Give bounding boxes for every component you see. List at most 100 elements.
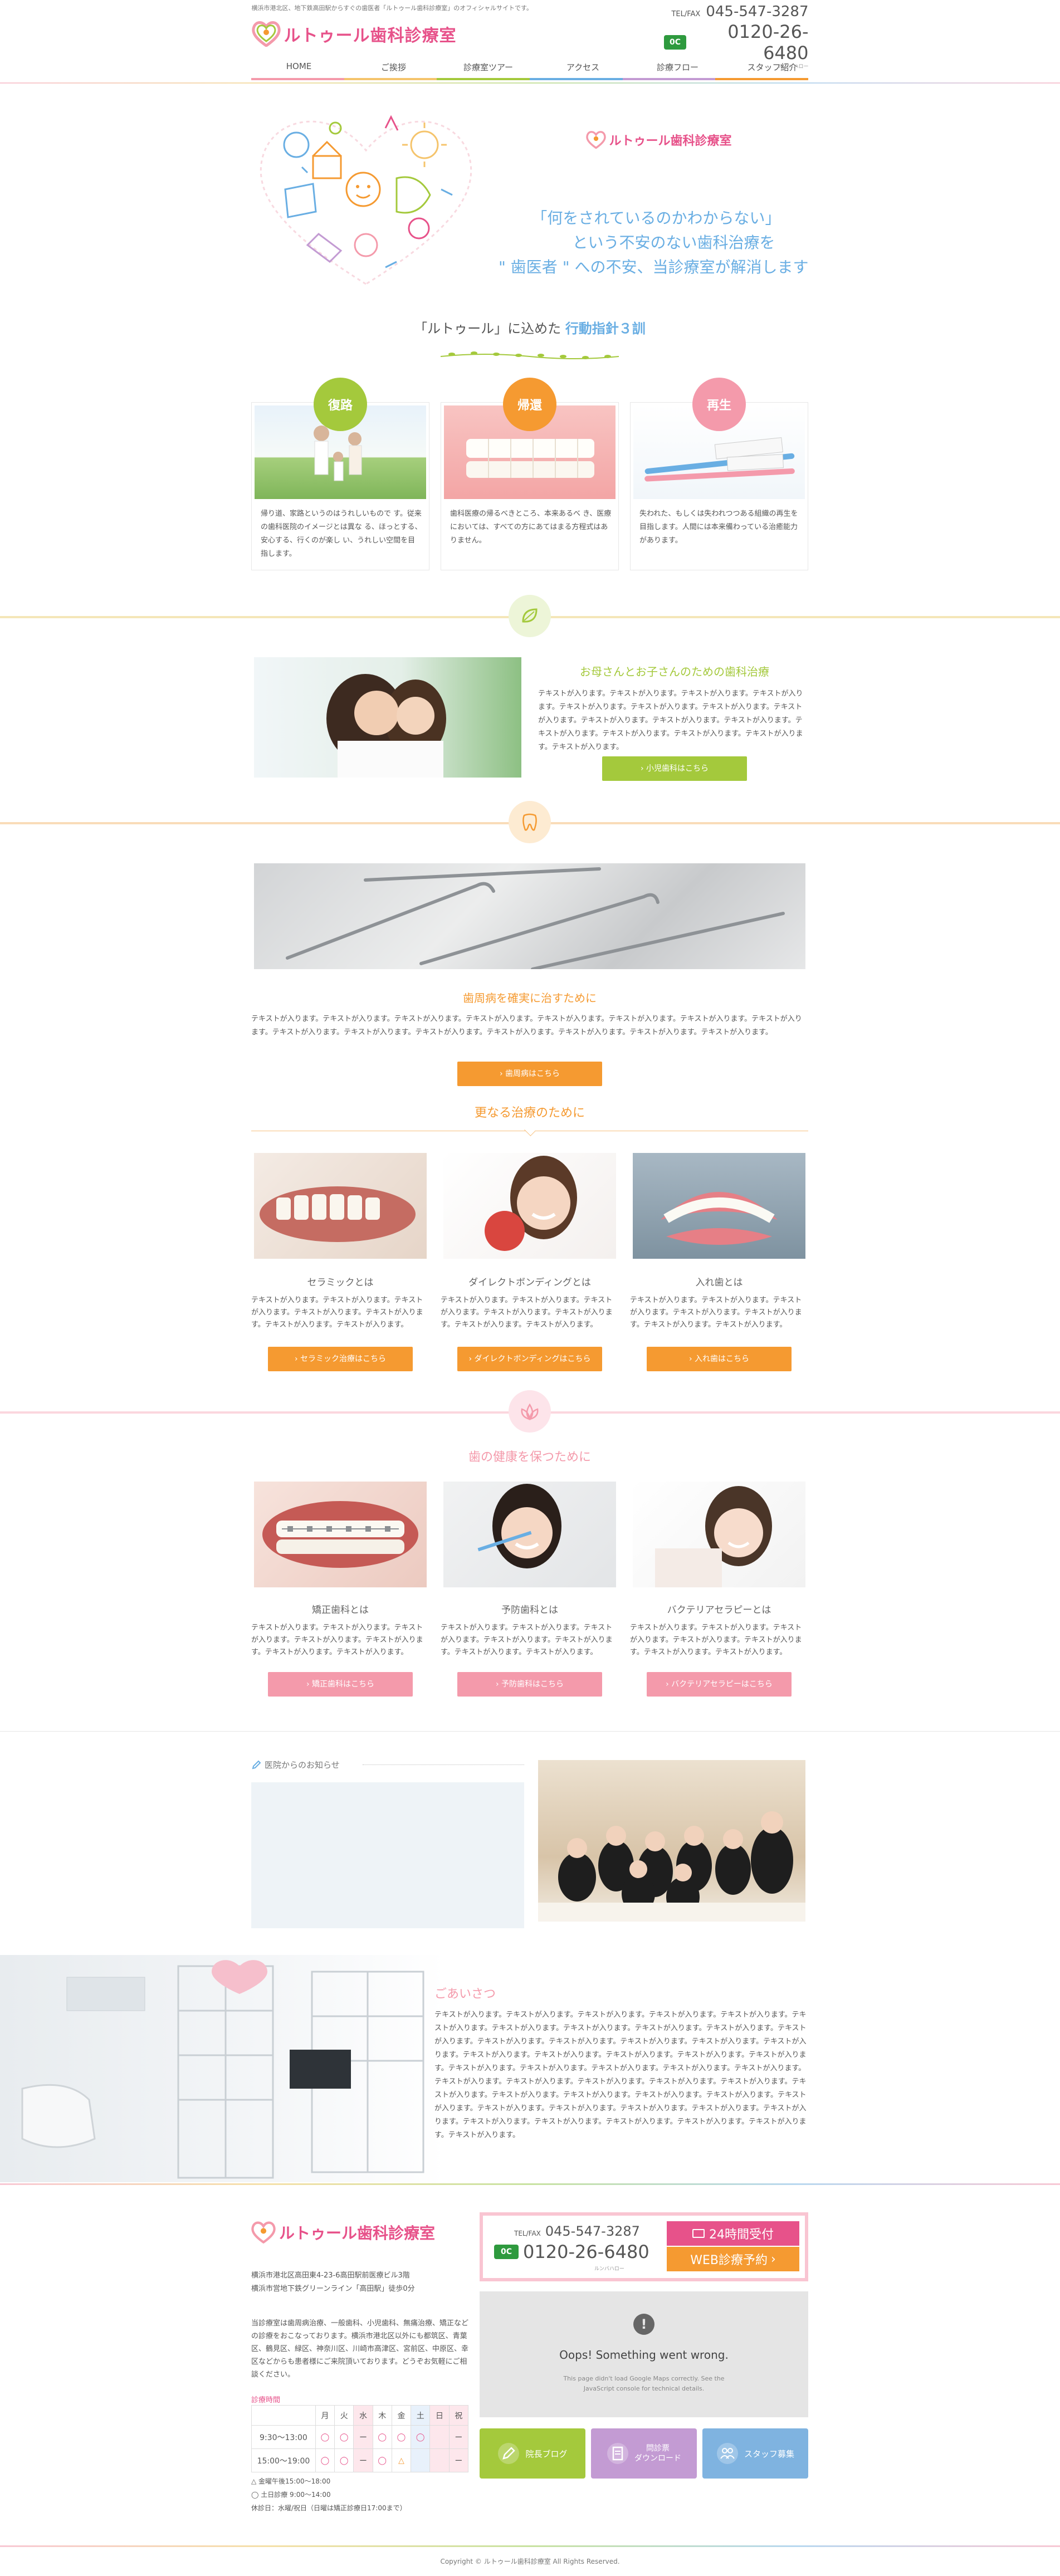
orthodontics-title: 矯正歯科とは bbox=[312, 1605, 369, 1616]
hours-note-1: △ 金曜午後15:00〜18:00 bbox=[251, 2477, 331, 2485]
footer-address-1: 横浜市港北区高田東4-23-6高田駅前医療ビル3階 bbox=[251, 2271, 410, 2280]
copyright: Copyright © ルトゥール歯科診療室 All Rights Reserv… bbox=[440, 2558, 620, 2565]
badge-homecoming: 復路 bbox=[314, 378, 367, 431]
footer-logo[interactable]: ルトゥール歯科診療室 bbox=[251, 2221, 435, 2243]
chevron-right-icon: › bbox=[499, 1069, 503, 1078]
ceramic-button[interactable]: › セラミック治療はこちら bbox=[268, 1347, 413, 1371]
day-tue: 火 bbox=[334, 2405, 354, 2426]
map-error-title: Oops! Something went wrong. bbox=[559, 2348, 729, 2362]
chevron-right-icon: › bbox=[468, 1355, 475, 1363]
value-card-text: 歯科医療の帰るべきところ、本来あるべ き、医療においては、すべての方にあてはまる… bbox=[450, 510, 612, 545]
clinic-interior-photo bbox=[0, 1955, 446, 2182]
denture-button[interactable]: › 入れ歯はこちら bbox=[647, 1347, 792, 1371]
chevron-right-icon: › bbox=[770, 2252, 776, 2266]
mother-child-title: お母さんとお子さんのための歯科治療 bbox=[580, 665, 769, 678]
section-divider-gray bbox=[0, 1731, 1060, 1732]
news-list-panel[interactable] bbox=[251, 1782, 524, 1928]
denture-text: テキストが入ります。テキストが入ります。テキストが入ります。テキストが入ります。… bbox=[630, 1296, 802, 1329]
orthodontics-button[interactable]: › 矯正歯科はこちら bbox=[268, 1672, 413, 1697]
day-fri: 金 bbox=[391, 2405, 412, 2426]
tooth-section-icon bbox=[509, 801, 551, 843]
news-title: 医院からのお知らせ bbox=[265, 1760, 340, 1770]
footer-freedial-note: ルンバハロー bbox=[594, 2266, 624, 2272]
hours-table: 月 火 水 木 金 土 日 祝 9:30〜13:00 ◯ ◯ ー ◯ ◯ ◯ ー… bbox=[251, 2405, 469, 2472]
orthodontics-text: テキストが入ります。テキストが入ります。テキストが入ります。テキストが入ります。… bbox=[251, 1624, 423, 1656]
value-card-text: 失われた、もしくは失われつつある組織の再生を目指します。人間には本来備わっている… bbox=[639, 510, 798, 545]
error-icon: ! bbox=[633, 2314, 654, 2335]
web-reservation-button[interactable]: 24時間受付 WEB診療予約 › bbox=[667, 2221, 799, 2271]
hours-title: 診療時間 bbox=[251, 2396, 281, 2404]
heart-logo-icon bbox=[251, 2221, 276, 2243]
footer-logo-text: ルトゥール歯科診療室 bbox=[279, 2224, 436, 2242]
bacteria-therapy-text: テキストが入ります。テキストが入ります。テキストが入ります。テキストが入ります。… bbox=[630, 1624, 802, 1656]
monitor-icon bbox=[692, 2229, 705, 2238]
footer-divider bbox=[0, 2183, 1060, 2185]
greeting-section: ごあいさつ テキストが入ります。テキストが入ります。テキストが入ります。テキスト… bbox=[0, 1955, 1060, 2182]
value-card-text: 帰り道、家路というのはうれしいもので す。従来の歯科医院のイメージとは異な る、… bbox=[261, 510, 422, 558]
prevention-photo bbox=[443, 1482, 616, 1587]
chevron-right-icon: › bbox=[666, 1680, 672, 1689]
chevron-right-icon: › bbox=[688, 1355, 695, 1363]
footer-freedial-number[interactable]: 0120-26-6480 bbox=[523, 2241, 649, 2262]
prevention-title: 予防歯科とは bbox=[501, 1605, 558, 1616]
contact-box: TEL/FAX 045-547-3287 0C 0120-26-6480 ルンバ… bbox=[480, 2212, 808, 2281]
bacteria-therapy-title: バクテリアセラピーとは bbox=[667, 1605, 771, 1616]
prevention-text: テキストが入ります。テキストが入ります。テキストが入ります。テキストが入ります。… bbox=[441, 1624, 613, 1656]
footer-tel-label: TEL/FAX bbox=[514, 2230, 541, 2237]
staff-recruit-link[interactable]: スタッフ募集 bbox=[702, 2428, 808, 2479]
footer-tel-number[interactable]: 045-547-3287 bbox=[545, 2223, 640, 2239]
day-mon: 月 bbox=[315, 2405, 335, 2426]
staff-group-photo bbox=[538, 1760, 805, 1922]
orthodontics-photo bbox=[254, 1482, 427, 1587]
denture-photo bbox=[633, 1153, 805, 1259]
mother-child-text: テキストが入ります。テキストが入ります。テキストが入ります。テキストが入ります。… bbox=[538, 690, 803, 751]
hours-row-morning: 9:30〜13:00 ◯ ◯ ー ◯ ◯ ◯ ー bbox=[251, 2425, 469, 2449]
bacteria-therapy-photo bbox=[633, 1482, 805, 1587]
day-holiday: 祝 bbox=[448, 2405, 469, 2426]
chevron-right-icon: › bbox=[306, 1680, 312, 1689]
badge-regeneration: 再生 bbox=[692, 378, 746, 431]
map-error-message: This page didn't load Google Maps correc… bbox=[563, 2375, 725, 2392]
periodontal-button[interactable]: › 歯周病はこちら bbox=[457, 1062, 602, 1086]
periodontal-text: テキストが入ります。テキストが入ります。テキストが入ります。テキストが入ります。… bbox=[251, 1015, 802, 1037]
hours-time: 9:30〜13:00 bbox=[251, 2425, 316, 2449]
questionnaire-download-link[interactable]: 問診票 ダウンロード bbox=[591, 2428, 697, 2479]
day-thu: 木 bbox=[372, 2405, 392, 2426]
pencil-icon bbox=[498, 2443, 520, 2464]
prevention-button[interactable]: › 予防歯科はこちら bbox=[457, 1672, 602, 1697]
further-title: 更なる治療のために bbox=[474, 1106, 585, 1120]
bonding-button[interactable]: › ダイレクトボンディングはこちら bbox=[457, 1347, 602, 1371]
hours-note-2: ◯ 土日診療 9:00〜14:00 bbox=[251, 2491, 331, 2499]
chevron-right-icon: › bbox=[640, 764, 644, 773]
principles-title: 「ルトゥール」に込めた 行動指針３訓 bbox=[414, 321, 646, 336]
chevron-right-icon: › bbox=[495, 1680, 502, 1689]
health-title: 歯の健康を保つために bbox=[468, 1450, 591, 1464]
denture-title: 入れ歯とは bbox=[695, 1277, 743, 1288]
footer-description: 当診療室は歯周病治療、一般歯科、小児歯科、無痛治療、矯正などの診療をおこなってお… bbox=[251, 2319, 469, 2379]
mother-child-photo bbox=[254, 657, 521, 778]
map-panel[interactable]: ! Oops! Something went wrong. This page … bbox=[480, 2291, 808, 2417]
freedial-icon: 0C bbox=[494, 2245, 519, 2259]
flower-section-icon bbox=[509, 1390, 551, 1433]
bacteria-therapy-button[interactable]: › バクテリアセラピーはこちら bbox=[647, 1672, 792, 1697]
pencil-icon bbox=[252, 1760, 261, 1769]
people-icon bbox=[716, 2443, 738, 2464]
hours-header-row: 月 火 水 木 金 土 日 祝 bbox=[251, 2405, 469, 2426]
footer-address-2: 横浜市営地下鉄グリーンライン「高田駅」徒歩0分 bbox=[251, 2285, 415, 2293]
principles-title-emphasis: 行動指針３訓 bbox=[565, 321, 646, 336]
ceramic-text: テキストが入ります。テキストが入ります。テキストが入ります。テキストが入ります。… bbox=[251, 1296, 423, 1329]
principles-section: 「ルトゥール」に込めた 行動指針３訓 帰り道、家路というのはうれしいもので す。… bbox=[251, 0, 808, 613]
day-wed: 水 bbox=[353, 2405, 373, 2426]
hours-note-3: 休診日：水曜/祝日（日曜は矯正診療日17:00まで） bbox=[251, 2504, 407, 2512]
dental-tools-photo bbox=[254, 863, 805, 969]
blog-link[interactable]: 院長ブログ bbox=[480, 2428, 585, 2479]
pediatric-button[interactable]: › 小児歯科はこちら bbox=[602, 756, 747, 781]
bonding-text: テキストが入ります。テキストが入ります。テキストが入ります。テキストが入ります。… bbox=[441, 1296, 613, 1329]
ceramic-title: セラミックとは bbox=[307, 1277, 374, 1288]
ceramic-photo bbox=[254, 1153, 427, 1259]
document-icon bbox=[607, 2443, 628, 2464]
hours-time: 15:00〜19:00 bbox=[251, 2448, 316, 2472]
copyright-divider bbox=[0, 2545, 1060, 2547]
day-sat: 土 bbox=[411, 2405, 431, 2426]
badge-return: 帰還 bbox=[503, 378, 556, 431]
